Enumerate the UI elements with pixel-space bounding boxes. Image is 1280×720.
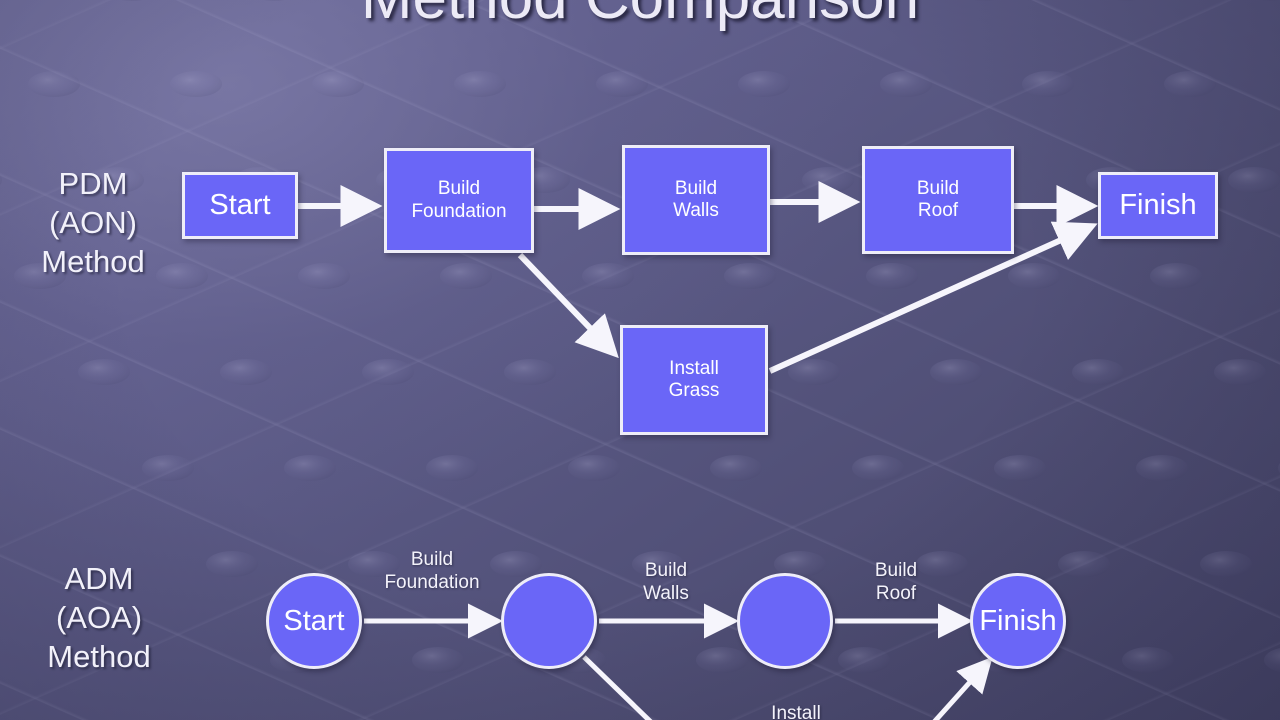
adm-edge-label-e-foundation: Build Foundation: [384, 549, 480, 593]
arrow-foundation-to-grass: [517, 252, 619, 359]
page-title: Method Comparison: [0, 0, 1280, 33]
pdm-node-roof[interactable]: Build Roof: [862, 146, 1014, 254]
adm-node-a-node3[interactable]: [737, 573, 833, 669]
pdm-node-foundation[interactable]: Build Foundation: [384, 148, 534, 253]
adm-node-a-start[interactable]: Start: [266, 573, 362, 669]
adm-node-a-node2[interactable]: [501, 573, 597, 669]
adm-edge-label-e-walls: Build Walls: [643, 560, 689, 604]
arrow-agrass-to-afinish: [932, 656, 993, 720]
adm-node-a-finish[interactable]: Finish: [970, 573, 1066, 669]
pdm-node-walls[interactable]: Build Walls: [622, 145, 770, 255]
pdm-node-grass[interactable]: Install Grass: [620, 325, 768, 435]
pdm-node-start[interactable]: Start: [182, 172, 298, 239]
adm-method-label: ADM (AOA) Method: [47, 561, 151, 674]
pdm-node-finish[interactable]: Finish: [1098, 172, 1218, 239]
arrow-anode2-to-agrass: [582, 655, 653, 720]
slide-canvas: Method Comparison P: [0, 0, 1280, 720]
pdm-method-label: PDM (AON) Method: [41, 166, 145, 279]
adm-edge-label-e-grass: Install: [771, 703, 821, 720]
adm-edge-label-e-roof: Build Roof: [874, 560, 918, 604]
